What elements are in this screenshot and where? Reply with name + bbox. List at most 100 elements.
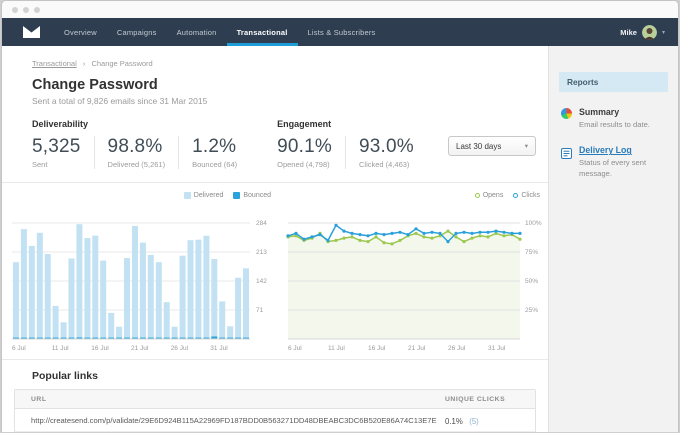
legend-label: Clicks xyxy=(521,192,540,199)
opens-marker-icon xyxy=(474,193,480,198)
svg-text:16 Jul: 16 Jul xyxy=(91,345,109,352)
pie-chart-icon xyxy=(561,108,572,119)
stat-sent: 5,325 Sent xyxy=(32,136,95,169)
column-header-unique-clicks: UNIQUE CLICKS xyxy=(445,395,506,403)
svg-text:11 Jul: 11 Jul xyxy=(328,345,345,352)
stat-caption: Opened (4,798) xyxy=(277,160,330,169)
svg-text:11 Jul: 11 Jul xyxy=(52,345,69,352)
engagement-label: Engagement xyxy=(277,119,332,129)
deliverability-label: Deliverability xyxy=(32,119,89,129)
legend-label: Opens xyxy=(482,192,504,199)
tab-automation[interactable]: Automation xyxy=(167,18,227,46)
svg-text:142: 142 xyxy=(256,278,267,285)
clicks-count-link[interactable]: (5) xyxy=(469,417,479,426)
breadcrumb: Transactional › Change Password xyxy=(32,59,548,68)
delivery-log-icon xyxy=(561,146,572,179)
legend-bounced: Bounced xyxy=(233,192,271,199)
deliverability-group: Deliverability 5,325 Sent 98.8% Delivere… xyxy=(32,119,263,169)
svg-text:26 Jul: 26 Jul xyxy=(171,345,189,352)
delivered-swatch-icon xyxy=(183,192,191,199)
bar-chart-canvas: 71 142 213 284 6 Jul 11 Jul 16 Jul 21 Jul 26 Jul… xyxy=(12,220,267,352)
page-content: Transactional › Change Password Change P… xyxy=(2,46,678,432)
legend-delivered: Delivered xyxy=(183,192,224,199)
charts-divider xyxy=(2,359,548,360)
stat-value: 93.0% xyxy=(358,136,414,157)
stat-caption: Clicked (4,463) xyxy=(358,160,410,169)
tab-campaigns[interactable]: Campaigns xyxy=(107,18,167,46)
svg-text:75%: 75% xyxy=(525,249,538,256)
stat-value: 98.8% xyxy=(107,136,163,157)
stat-opened: 90.1% Opened (4,798) xyxy=(277,136,346,169)
line-chart-canvas: 25% 50% 75% 100% 6 Jul 11 Jul 16 Jul 21 Jul 26 J… xyxy=(286,220,542,352)
tab-lists-subscribers[interactable]: Lists & Subscribers xyxy=(298,18,386,46)
stat-value: 5,325 xyxy=(32,136,81,157)
stat-value: 90.1% xyxy=(277,136,332,157)
nav-tabs: Overview Campaigns Automation Transactio… xyxy=(54,18,386,46)
stat-delivered: 98.8% Delivered (5,261) xyxy=(108,136,180,169)
main-panel: Transactional › Change Password Change P… xyxy=(2,46,549,432)
page-title: Change Password xyxy=(32,77,158,93)
stat-value: 1.2% xyxy=(192,136,237,157)
clicks-percent: 0.1% xyxy=(445,417,463,426)
line-chart-legend: Opens Clicks xyxy=(284,189,546,202)
stat-caption: Delivered (5,261) xyxy=(107,160,166,169)
breadcrumb-transactional-link[interactable]: Transactional xyxy=(32,59,77,68)
campaign-monitor-logo-icon[interactable] xyxy=(23,18,40,46)
delivery-log-description: Status of every sent message. xyxy=(579,158,647,178)
avatar xyxy=(641,24,657,40)
svg-text:6 Jul: 6 Jul xyxy=(288,345,302,352)
svg-text:26 Jul: 26 Jul xyxy=(448,345,466,352)
browser-chrome xyxy=(2,1,678,18)
popular-links-table: URL UNIQUE CLICKS http://createsend.com/… xyxy=(14,389,536,432)
reports-header: Reports xyxy=(559,72,668,92)
engagement-line-chart: Opens Clicks 25% 50% 75% 100% 6 Jul 11 Jul 16 … xyxy=(284,189,546,353)
window-control-dot[interactable] xyxy=(23,6,29,13)
popular-links-title: Popular links xyxy=(32,370,98,382)
svg-text:284: 284 xyxy=(256,220,267,227)
legend-clicks: Clicks xyxy=(513,192,540,199)
svg-text:21 Jul: 21 Jul xyxy=(131,345,149,352)
breadcrumb-separator: › xyxy=(82,59,86,68)
stats-row: Deliverability 5,325 Sent 98.8% Delivere… xyxy=(32,119,536,169)
breadcrumb-current: Change Password xyxy=(91,59,153,68)
page-header: Change Password Sent a total of 9,826 em… xyxy=(32,77,548,106)
top-navbar: Overview Campaigns Automation Transactio… xyxy=(2,18,678,46)
app-window: Overview Campaigns Automation Transactio… xyxy=(1,0,679,432)
window-control-dot[interactable] xyxy=(12,6,18,13)
legend-label: Delivered xyxy=(193,192,224,199)
svg-text:213: 213 xyxy=(256,249,267,256)
stat-caption: Bounced (64) xyxy=(192,160,238,169)
svg-text:50%: 50% xyxy=(525,278,538,285)
period-select[interactable]: Last 30 days ▾ xyxy=(448,136,536,156)
stat-clicked: 93.0% Clicked (4,463) xyxy=(359,136,427,169)
stat-bounced: 1.2% Bounced (64) xyxy=(192,136,250,169)
period-select-value: Last 30 days xyxy=(456,141,502,151)
report-item-delivery-log[interactable]: Delivery Log Status of every sent messag… xyxy=(561,145,668,179)
svg-text:25%: 25% xyxy=(525,307,538,314)
link-url[interactable]: http://createsend.com/p/validate/29E6D92… xyxy=(15,416,443,425)
tab-transactional[interactable]: Transactional xyxy=(227,18,298,46)
table-header-row: URL UNIQUE CLICKS xyxy=(15,390,535,409)
tab-overview[interactable]: Overview xyxy=(54,18,107,46)
legend-label: Bounced xyxy=(243,192,271,199)
bounced-swatch-icon xyxy=(233,192,241,199)
summary-description: Email results to date. xyxy=(579,120,650,129)
report-item-summary[interactable]: Summary Email results to date. xyxy=(561,107,668,130)
user-name: Mike xyxy=(620,27,637,37)
stat-caption: Sent xyxy=(32,160,48,169)
table-row: http://createsend.com/p/validate/29E6D92… xyxy=(15,409,535,432)
svg-text:16 Jul: 16 Jul xyxy=(368,345,386,352)
delivery-bar-chart: Delivered Bounced 71 142 213 284 6 Jul 11 Jul… xyxy=(10,189,277,353)
page-subtitle: Sent a total of 9,826 emails since 31 Ma… xyxy=(32,96,208,106)
svg-text:6 Jul: 6 Jul xyxy=(12,345,26,352)
engagement-group: Engagement 90.1% Opened (4,798) 93.0% Cl… xyxy=(277,119,440,169)
charts-row: Delivered Bounced 71 142 213 284 6 Jul 11 Jul… xyxy=(2,183,548,353)
svg-text:71: 71 xyxy=(256,307,264,314)
delivery-log-link[interactable]: Delivery Log xyxy=(579,145,668,155)
svg-text:100%: 100% xyxy=(525,220,542,227)
summary-label[interactable]: Summary xyxy=(579,107,650,117)
chevron-down-icon: ▾ xyxy=(661,29,665,36)
window-control-dot[interactable] xyxy=(34,6,40,13)
svg-text:31 Jul: 31 Jul xyxy=(210,345,228,352)
user-menu[interactable]: Mike ▾ xyxy=(620,18,678,46)
